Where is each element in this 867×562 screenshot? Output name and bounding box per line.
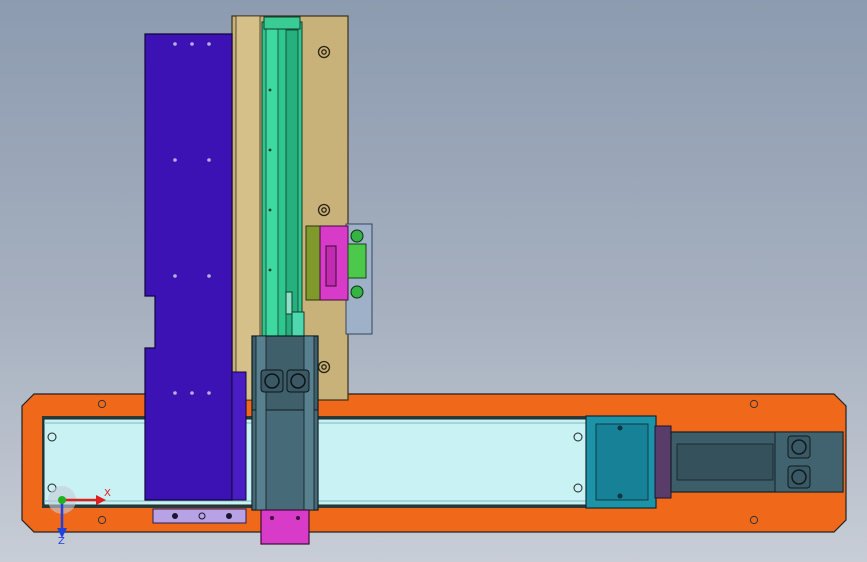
bottom-bracket[interactable] [152,508,247,524]
mount-hole [749,399,759,409]
mount-hole [749,515,759,525]
mount-hole [97,399,107,409]
motor-mount-block[interactable] [585,415,672,509]
z-axis-label: Z [58,536,65,547]
coordinate-triad-icon: X Z [48,486,111,547]
slider-carriage[interactable] [251,335,319,511]
x-axis-label: X [104,488,111,499]
assembly-drawing[interactable] [0,0,867,562]
end-clamp[interactable] [260,509,310,545]
cad-viewport[interactable]: X Z [0,0,867,562]
y-axis-dot [58,496,66,504]
z-guide-rail[interactable] [261,16,305,341]
servo-motor[interactable] [670,431,844,493]
side-panel[interactable] [144,33,247,501]
